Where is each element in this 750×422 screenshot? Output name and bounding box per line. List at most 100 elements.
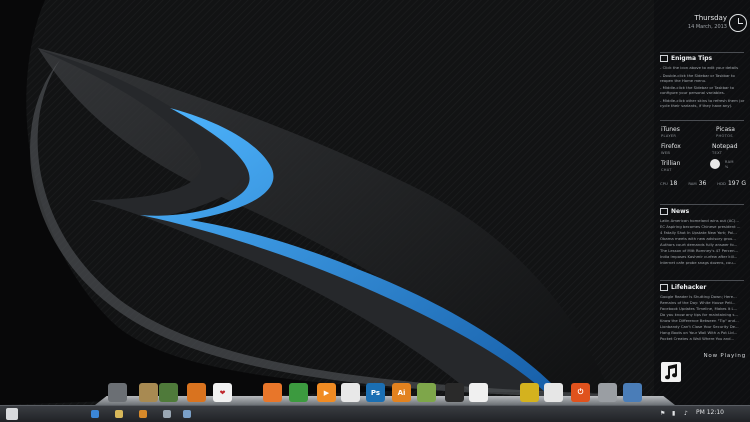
gamepad-glyph	[520, 383, 539, 402]
internet-explorer-icon[interactable]	[88, 408, 102, 420]
now-playing-label: Now Playing	[703, 353, 746, 359]
settings-icon[interactable]	[623, 383, 642, 402]
folder-glyph	[139, 383, 158, 402]
sidebar: Thursday 14 March, 2013 Enigma Tips - Cl…	[654, 0, 750, 405]
power-glyph: ⏻	[577, 388, 584, 396]
speaker-icon[interactable]	[187, 383, 206, 402]
network-glyph	[163, 410, 171, 418]
launcher-name: Picasa	[716, 126, 735, 133]
ram-stat-label: RAM	[688, 181, 697, 186]
power-icon[interactable]: ⏻	[571, 383, 590, 402]
tray-volume-icon[interactable]: ♪	[684, 410, 688, 417]
divider	[660, 52, 744, 53]
tray-flag-icon[interactable]: ⚑	[660, 410, 665, 417]
start-button[interactable]	[6, 408, 18, 420]
chrome-icon[interactable]	[289, 383, 308, 402]
lifehacker-header[interactable]: Lifehacker	[660, 284, 706, 291]
itunes-icon[interactable]	[341, 383, 360, 402]
cpu-label: CPU	[660, 181, 668, 186]
media-glyph	[139, 410, 147, 418]
tips-header[interactable]: Enigma Tips	[660, 55, 712, 62]
explorer-folder-icon[interactable]	[112, 408, 126, 420]
tip-line: - Middle-click other skins to refresh th…	[660, 97, 745, 108]
pin-icon[interactable]	[180, 408, 194, 420]
launcher-sub: CHAT	[661, 168, 672, 172]
sketch-glyph	[445, 383, 464, 402]
media-icon[interactable]	[136, 408, 150, 420]
gamepad-icon[interactable]	[520, 383, 539, 402]
firefox-icon[interactable]	[263, 383, 282, 402]
tip-line: - Double-click the Sidebar or Taskbar to…	[660, 72, 735, 83]
mystery-icon[interactable]	[417, 383, 436, 402]
launcher-firefox[interactable]: Firefox WEB	[661, 143, 681, 155]
news-header[interactable]: News	[660, 208, 689, 215]
divider	[660, 280, 744, 281]
photoshop-glyph: Ps	[370, 388, 381, 397]
monitor-icon[interactable]	[108, 383, 127, 402]
news-item[interactable]: Internet cafe probe snags dozens, cou...	[660, 260, 746, 266]
news-feed: Latin American homeland wins out (AC)...…	[660, 218, 746, 266]
clock-icon	[729, 14, 747, 32]
chrome-glyph	[289, 383, 308, 402]
mystery-glyph	[417, 383, 436, 402]
clock-date: 14 March, 2013	[687, 24, 727, 30]
itunes-glyph	[341, 383, 360, 402]
trash-glyph	[598, 383, 617, 402]
launcher-itunes[interactable]: iTunes PLAYER	[661, 126, 680, 138]
tray-network-icon[interactable]: ▮	[672, 410, 675, 417]
checkbox-icon[interactable]	[660, 55, 668, 62]
illustrator-glyph: Ai	[397, 388, 406, 397]
news-title: News	[671, 208, 690, 215]
book-icon	[660, 208, 668, 215]
launcher-sub: TEXT	[712, 151, 723, 155]
media-player-glyph: ▶	[323, 388, 330, 397]
ram-label: RAM	[724, 160, 734, 164]
trash-icon[interactable]	[598, 383, 617, 402]
divider	[660, 204, 744, 205]
divider	[660, 120, 744, 121]
ram-sub: %	[724, 165, 729, 169]
launcher-sub: PLAYER	[661, 134, 677, 138]
launcher-sub: WEB	[661, 151, 671, 155]
lifehacker-item[interactable]: Pocket Creates a Wall Where You and...	[660, 336, 746, 342]
launcher-sub: PHOTOS	[716, 134, 733, 138]
tip-line: - Middle-click the Sidebar or Taskbar to…	[660, 85, 734, 96]
launcher-picasa[interactable]: Picasa PHOTOS	[716, 126, 735, 138]
photoshop-icon[interactable]: Ps	[366, 383, 385, 402]
movie-glyph	[159, 383, 178, 402]
tip-line: - Click the icon above to edit your deta…	[660, 65, 739, 70]
launcher-name: Trillian	[661, 160, 681, 167]
clock-day: Thursday	[694, 14, 727, 22]
taskbar-clock[interactable]: PM 12:10	[696, 409, 724, 416]
launcher-name: Notepad	[712, 143, 738, 150]
launcher-trillian[interactable]: Trillian CHAT	[661, 160, 680, 172]
network-icon[interactable]	[160, 408, 174, 420]
blank-page-glyph	[469, 383, 488, 402]
music-note-icon[interactable]	[661, 362, 681, 382]
cpu-value: 18	[669, 180, 678, 187]
launcher-notepad[interactable]: Notepad TEXT	[712, 143, 738, 155]
dock: ❤ ▶ Ps Ai ⏻	[95, 380, 675, 405]
ram-value: 36	[698, 180, 707, 187]
movie-icon[interactable]	[159, 383, 178, 402]
speaker-glyph	[187, 383, 206, 402]
system-stats: CPU 18 RAM 36 HDD 197 G	[660, 180, 746, 187]
blank-page-icon[interactable]	[469, 383, 488, 402]
lifehacker-feed: Google Reader Is Shutting Down; Here... …	[660, 294, 746, 342]
launcher-name: iTunes	[661, 126, 680, 133]
wallpaper	[0, 0, 750, 405]
media-player-icon[interactable]: ▶	[317, 383, 336, 402]
lifehacker-title: Lifehacker	[671, 284, 707, 291]
illustrator-icon[interactable]: Ai	[392, 383, 411, 402]
sketch-icon[interactable]	[445, 383, 464, 402]
book-icon	[660, 284, 668, 291]
tips-title: Enigma Tips	[671, 55, 713, 62]
clock-icon[interactable]	[544, 383, 563, 402]
heart-icon[interactable]: ❤	[213, 383, 232, 402]
folder-icon[interactable]	[139, 383, 158, 402]
tips-list: - Click the icon above to edit your deta…	[660, 65, 746, 112]
heart-glyph: ❤	[219, 388, 226, 397]
ram-gauge: RAM %	[710, 159, 734, 169]
firefox-glyph	[263, 383, 282, 402]
gauge-icon	[710, 159, 720, 169]
